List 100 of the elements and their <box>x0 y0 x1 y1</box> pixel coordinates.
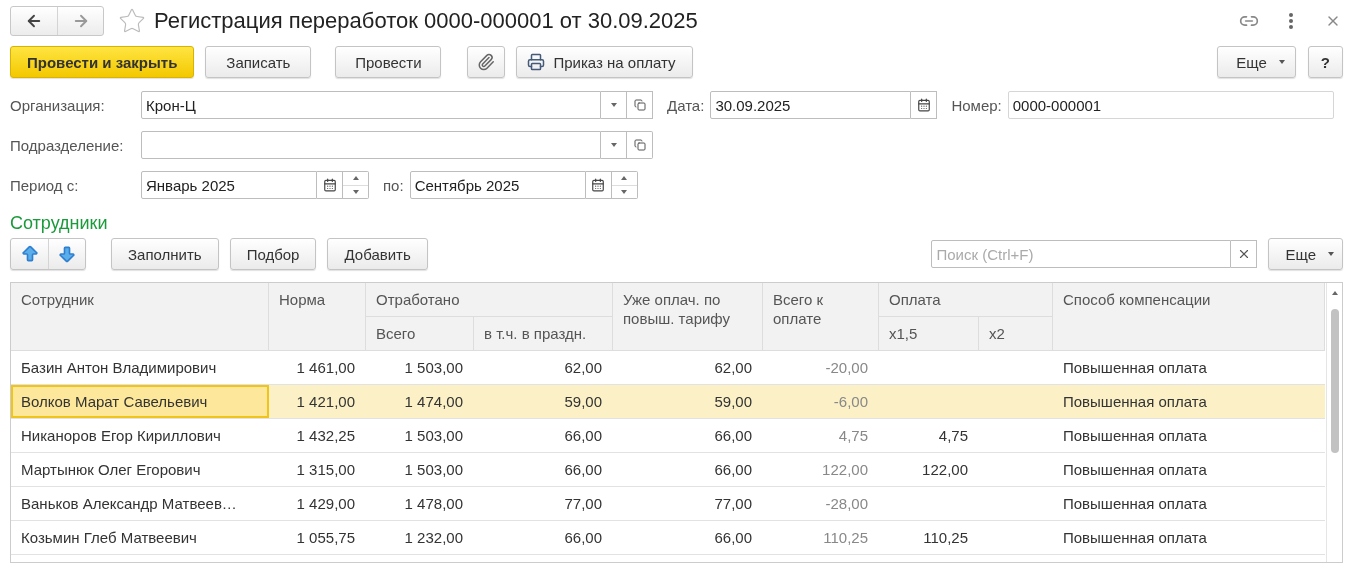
open-icon <box>633 99 646 111</box>
table-button[interactable]: Заполнить <box>111 238 219 270</box>
field-label: Дата: <box>667 96 705 114</box>
arrow-down-icon <box>57 244 77 264</box>
period-start-field[interactable]: Январь 2025 <box>141 171 317 199</box>
table-cell-text: 59,00 <box>713 392 753 412</box>
table-cell-text: 122,00 <box>921 460 969 480</box>
more-button[interactable]: Еще <box>1217 46 1296 78</box>
table-cell-text: 1 503,00 <box>403 358 464 378</box>
table-cell-text: 62,00 <box>563 358 603 378</box>
calendar-icon <box>322 178 337 192</box>
field-label: Номер: <box>951 96 1002 114</box>
table-cell-text: 62,00 <box>713 358 753 378</box>
column-header: x1,5 <box>879 317 979 351</box>
table-cell-text: 1 315,00 <box>295 460 356 480</box>
table-cell-text: 77,00 <box>713 494 753 514</box>
open-button[interactable] <box>627 131 653 159</box>
help-button[interactable]: ? <box>1307 46 1343 78</box>
column-header: Норма <box>269 283 366 351</box>
field-label: Период с: <box>10 176 80 194</box>
table-button[interactable]: Добавить <box>327 238 428 270</box>
table-cell-text: 66,00 <box>563 460 603 480</box>
period-end-field[interactable]: Сентябрь 2025 <box>409 171 586 199</box>
table-cell-text: 77,00 <box>563 494 603 514</box>
table-cell-text: 59,00 <box>563 392 603 412</box>
open-button[interactable] <box>627 91 653 119</box>
column-group-header: Оплата <box>879 283 1053 317</box>
caret-icon <box>610 143 617 147</box>
table-cell-text: 110,25 <box>922 528 969 548</box>
printer-icon <box>527 53 546 71</box>
table-cell-text: 1 461,00 <box>295 358 356 378</box>
table-cell-text: Повышенная оплата <box>1062 392 1208 412</box>
table-cell-text: 1 478,00 <box>403 494 464 514</box>
table-cell-text: -20,00 <box>824 358 869 378</box>
open-icon <box>633 139 646 151</box>
window-title: Регистрация переработок 0000-000001 от 30.09.2025 <box>154 8 698 34</box>
table-cell-text: 1 429,00 <box>295 494 356 514</box>
paperclip-icon <box>477 53 496 71</box>
table-cell-text: Повышенная оплата <box>1062 358 1208 378</box>
table-cell-text: 1 055,75 <box>295 528 356 548</box>
column-header: Способ компенсации <box>1053 283 1325 351</box>
table-cell: Волков Марат Савельевич <box>11 385 269 418</box>
table-cell-text: 1 503,00 <box>403 426 464 446</box>
calendar-icon <box>916 98 931 112</box>
calendar-button[interactable] <box>585 171 612 199</box>
table-cell-text: 110,25 <box>822 528 869 548</box>
table-cell-text: 1 432,25 <box>295 426 356 446</box>
table-cell-text: -6,00 <box>832 392 869 412</box>
calendar-button[interactable] <box>911 91 938 119</box>
table-cell-text: 66,00 <box>563 528 603 548</box>
field-label: Подразделение: <box>10 136 125 154</box>
star-icon[interactable] <box>118 7 146 35</box>
number-field[interactable]: 0000-000001 <box>1007 91 1334 119</box>
section-title: Сотрудники <box>10 213 109 234</box>
scroll-up-icon <box>1331 291 1338 295</box>
organization-field[interactable]: Крон-Ц <box>141 91 601 119</box>
up-icon <box>621 176 628 181</box>
menu-button[interactable] <box>1289 13 1293 29</box>
table-cell-text: 1 232,00 <box>403 528 464 548</box>
clear-button[interactable] <box>1231 240 1258 268</box>
table-cell-text: 4,75 <box>837 426 869 446</box>
more-button[interactable]: Еще <box>1268 238 1343 270</box>
toolbar-button[interactable]: Записать <box>205 46 312 78</box>
table-cell-text: Повышенная оплата <box>1062 460 1208 480</box>
column-header: Всего к оплате <box>763 283 879 351</box>
table-row[interactable]: Волков Марат Савельевич 1 421,00 1 474,00 59,00 59,00 -6,00 Повышенная оплата <box>11 385 1325 419</box>
attach-button[interactable] <box>467 46 506 78</box>
table-cell-text: Ваньков Александр Матвеев… <box>20 494 238 514</box>
table-cell-text: Никаноров Егор Кириллович <box>20 426 222 446</box>
table-cell-text: Повышенная оплата <box>1062 426 1208 446</box>
toolbar-button[interactable]: Провести <box>335 46 442 78</box>
calendar-icon <box>591 178 606 192</box>
table-cell-text: Базин Антон Владимирович <box>20 358 218 378</box>
table-cell-text: Козьмин Глеб Матвеевич <box>20 528 198 548</box>
table-cell-text: 66,00 <box>713 528 753 548</box>
table-cell-text: 66,00 <box>563 426 603 446</box>
table-cell-text: 4,75 <box>937 426 969 446</box>
department-field[interactable] <box>141 131 601 159</box>
table-cell-text: -28,00 <box>824 494 869 514</box>
column-header: Всего <box>366 317 474 351</box>
calendar-button[interactable] <box>317 171 343 199</box>
down-icon <box>352 189 359 194</box>
column-group-header: Отработано <box>366 283 613 317</box>
field-label: Организация: <box>10 96 106 114</box>
table-cell-text: 66,00 <box>713 426 753 446</box>
post-and-close-button[interactable]: Провести и закрыть <box>10 46 195 78</box>
search-field[interactable]: Поиск (Ctrl+F) <box>931 240 1232 268</box>
print-button[interactable]: Приказ на оплату <box>516 46 693 78</box>
scrollbar[interactable] <box>1326 283 1342 562</box>
table-cell-text: 122,00 <box>821 460 869 480</box>
table-cell-text: Повышенная оплата <box>1062 494 1208 514</box>
table-cell-text: Мартынюк Олег Егорович <box>20 460 202 480</box>
table-button[interactable]: Подбор <box>229 238 317 270</box>
arrow-up-icon <box>19 244 40 264</box>
date-field[interactable]: 30.09.2025 <box>710 91 912 119</box>
caret-icon <box>610 103 617 107</box>
scrollbar-thumb[interactable] <box>1330 309 1339 453</box>
menu-icon <box>1289 13 1293 29</box>
table-cell-text: 1 421,00 <box>295 392 356 412</box>
down-icon <box>621 189 628 194</box>
